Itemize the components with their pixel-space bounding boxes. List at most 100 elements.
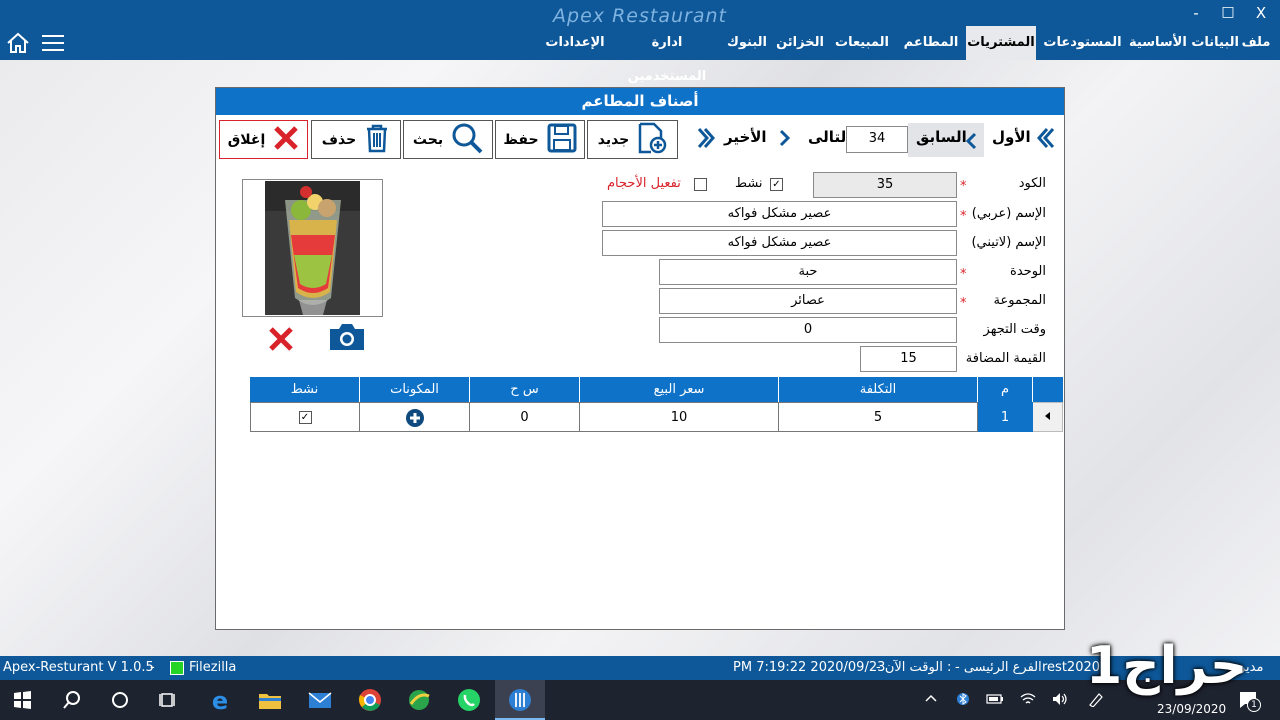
home-icon[interactable] bbox=[5, 30, 31, 60]
bluetooth-icon[interactable] bbox=[957, 691, 969, 710]
wifi-icon[interactable] bbox=[1019, 691, 1037, 710]
minimize-button[interactable]: - bbox=[1186, 4, 1206, 22]
active-checkbox[interactable]: ✓ bbox=[770, 178, 783, 191]
enable-sizes-checkbox[interactable] bbox=[694, 178, 707, 191]
notification-count: 1 bbox=[1247, 698, 1261, 712]
item-photo bbox=[265, 181, 360, 315]
active-label: نشط bbox=[735, 176, 763, 191]
delete-label: حذف bbox=[321, 131, 357, 148]
form-title: أصناف المطاعم bbox=[216, 88, 1064, 115]
menu-purchases[interactable]: المشتريات bbox=[966, 26, 1036, 60]
file-explorer-icon[interactable] bbox=[256, 686, 284, 714]
grid-cell-price[interactable]: 10 bbox=[580, 402, 779, 432]
status-separator: - bbox=[150, 660, 155, 675]
new-label: جديد bbox=[597, 131, 630, 148]
save-button[interactable]: حفظ bbox=[495, 120, 585, 159]
grid-header-components: المكونات bbox=[360, 377, 470, 402]
volume-icon[interactable] bbox=[1051, 691, 1069, 710]
code-field[interactable]: 35 bbox=[813, 172, 957, 198]
record-number-field[interactable]: 34 bbox=[846, 126, 908, 153]
branch-label: - الفرع الرئيسى bbox=[955, 660, 1042, 675]
apex-app-icon bbox=[509, 689, 531, 711]
search-taskbar-icon[interactable] bbox=[58, 686, 86, 714]
grid-header-active: نشط bbox=[250, 377, 360, 402]
new-button[interactable]: جديد bbox=[587, 120, 678, 159]
name-arabic-required-mark: * bbox=[960, 209, 967, 224]
grid-cell-components[interactable] bbox=[360, 402, 470, 432]
app-version: Apex-Resturant V 1.0.5 bbox=[3, 660, 154, 675]
cortana-icon[interactable] bbox=[106, 686, 134, 714]
name-arabic-label: الإسم (عربي) bbox=[971, 206, 1046, 221]
search-button[interactable]: بحث bbox=[403, 120, 493, 159]
svg-text:e: e bbox=[212, 687, 228, 714]
unit-label: الوحدة bbox=[1010, 264, 1046, 279]
close-window-button[interactable]: X bbox=[1251, 4, 1271, 22]
previous-chevron-icon bbox=[964, 131, 978, 155]
search-label: بحث bbox=[412, 131, 444, 148]
menu-warehouses[interactable]: المستودعات bbox=[1040, 26, 1125, 60]
next-record-label[interactable]: التالى bbox=[808, 128, 851, 146]
task-view-icon[interactable] bbox=[154, 686, 182, 714]
code-label: الكود bbox=[1018, 176, 1046, 191]
time-label: - الوقت الآن : bbox=[876, 660, 952, 675]
unit-field[interactable]: حبة bbox=[659, 259, 957, 285]
add-component-icon[interactable] bbox=[405, 408, 425, 428]
trash-icon bbox=[364, 123, 390, 157]
group-label: المجموعة bbox=[993, 293, 1046, 308]
grid-header-price: سعر البيع bbox=[580, 377, 779, 402]
last-record-label[interactable]: الأخير bbox=[724, 128, 767, 146]
menu-banks[interactable]: البنوك bbox=[722, 26, 772, 60]
taskbar-date[interactable]: 23/09/2020 bbox=[1157, 702, 1226, 716]
first-record-label[interactable]: الأول bbox=[992, 128, 1031, 146]
name-arabic-field[interactable]: عصير مشكل فواكه bbox=[602, 201, 957, 227]
close-form-label: إغلاق bbox=[227, 131, 266, 148]
menu-settings[interactable]: الإعدادات bbox=[540, 26, 610, 60]
previous-record-label: السابق bbox=[916, 128, 967, 146]
new-document-icon bbox=[637, 122, 667, 158]
group-field[interactable]: عصائر bbox=[659, 288, 957, 314]
vat-field[interactable]: 15 bbox=[860, 346, 957, 372]
previous-record-button[interactable]: السابق bbox=[908, 123, 984, 157]
last-record-icon[interactable] bbox=[696, 125, 716, 155]
hamburger-menu-icon[interactable] bbox=[40, 30, 66, 60]
menu-basic-data[interactable]: البيانات الأساسية bbox=[1128, 26, 1240, 60]
battery-icon[interactable] bbox=[986, 693, 1004, 708]
grid-active-checkbox[interactable]: ✓ bbox=[298, 411, 312, 424]
menu-sales[interactable]: المبيعات bbox=[828, 26, 896, 60]
filezilla-status-indicator bbox=[170, 661, 184, 675]
maximize-button[interactable]: □ bbox=[1218, 4, 1238, 20]
next-record-icon[interactable] bbox=[778, 128, 792, 152]
menu-bar: ملف البيانات الأساسية المستودعات المشتري… bbox=[0, 26, 1280, 84]
grid-cell-sh[interactable]: 0 bbox=[470, 402, 580, 432]
first-record-icon[interactable] bbox=[1036, 125, 1056, 155]
current-time: PM 7:19:22 2020/09/23 bbox=[733, 660, 886, 675]
prep-time-field[interactable]: 0 bbox=[659, 317, 957, 343]
menu-file[interactable]: ملف bbox=[1238, 26, 1274, 60]
apex-taskbar-button[interactable] bbox=[495, 680, 545, 720]
row-selector[interactable] bbox=[1033, 402, 1063, 432]
grid-header-sh: س ح bbox=[470, 377, 580, 402]
chrome-icon[interactable] bbox=[356, 686, 384, 714]
grid-cell-index[interactable]: 1 bbox=[978, 402, 1033, 432]
save-label: حفظ bbox=[503, 131, 539, 148]
mail-icon[interactable] bbox=[306, 686, 334, 714]
grid-header-index: م bbox=[978, 377, 1033, 402]
row-pointer-icon bbox=[1044, 412, 1050, 420]
camera-icon[interactable] bbox=[328, 322, 366, 356]
close-form-button[interactable]: إغلاق bbox=[219, 120, 308, 159]
windows-start-icon[interactable] bbox=[8, 686, 36, 714]
grid-cell-active[interactable]: ✓ bbox=[250, 402, 360, 432]
delete-button[interactable]: حذف bbox=[311, 120, 401, 159]
name-latin-field[interactable]: عصير مشكل فواكه bbox=[602, 230, 957, 256]
menu-cashboxes[interactable]: الخزائن bbox=[774, 26, 826, 60]
restaurant-items-form: أصناف المطاعم إغلاق حذف بحث حفظ جديد الأ… bbox=[215, 87, 1065, 630]
menu-restaurants[interactable]: المطاعم bbox=[900, 26, 962, 60]
edge-browser-icon[interactable]: e bbox=[206, 686, 234, 715]
enable-sizes-label: تفعيل الأحجام bbox=[607, 176, 681, 191]
remove-photo-icon[interactable] bbox=[268, 326, 294, 356]
network-app-icon[interactable] bbox=[405, 686, 433, 714]
whatsapp-icon[interactable] bbox=[455, 686, 483, 714]
menu-user-management[interactable]: ادارة المستخدمين bbox=[612, 26, 722, 84]
grid-cell-cost[interactable]: 5 bbox=[779, 402, 978, 432]
tray-chevron-icon[interactable] bbox=[924, 691, 938, 708]
